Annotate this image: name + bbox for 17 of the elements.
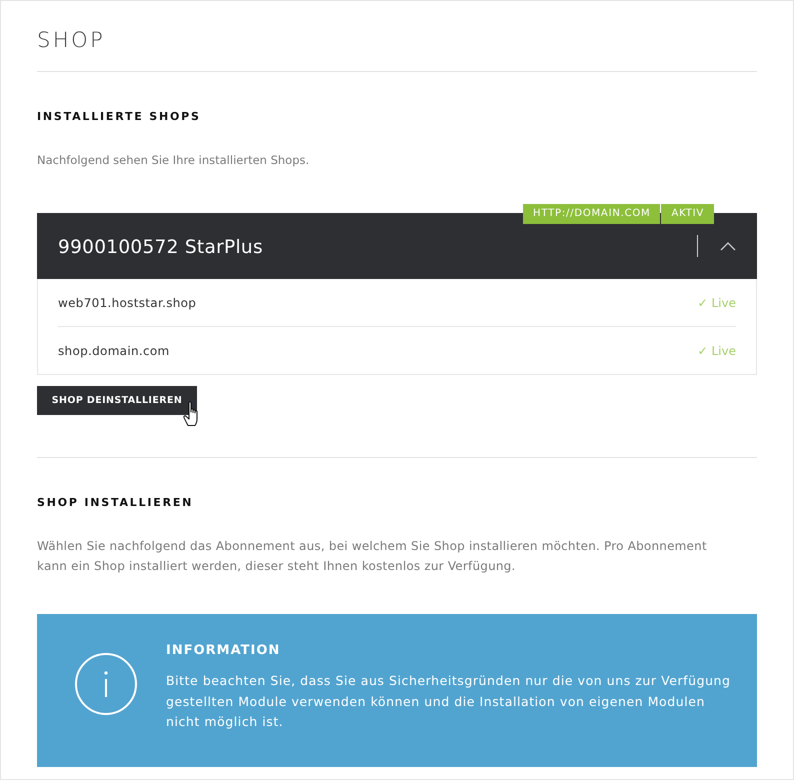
section-heading: SHOP INSTALLIEREN <box>37 496 194 510</box>
info-icon <box>75 653 137 715</box>
shop-title: 9900100572 StarPlus <box>58 236 263 258</box>
section-description: Wählen Sie nachfolgend das Abonnement aus, bei welchem Sie Shop installieren möchten. Pro Abonnement kann ein Shop installiert werden, dieser steht Ihnen kostenlos zur Verfügung. <box>37 538 708 575</box>
domain-name: web701.hoststar.shop <box>58 296 196 310</box>
info-text: Bitte beachten Sie, dass Sie aus Sicherheitsgründen nur die von uns zur Verfügung gestellten Module verwenden können und die Installation von eigenen Modulen nicht möglich ist. <box>166 672 732 731</box>
shop-tag: HTTP://DOMAIN.COM <box>523 204 660 224</box>
domain-status: ✓ Live <box>698 296 736 310</box>
chevron-up-icon[interactable] <box>720 242 736 250</box>
domain-status: ✓ Live <box>698 344 736 358</box>
info-title: INFORMATION <box>166 643 280 659</box>
domain-name: shop.domain.com <box>58 344 170 358</box>
uninstall-button[interactable]: SHOP DEINSTALLIEREN <box>37 386 197 415</box>
page-title: SHOP <box>37 27 106 53</box>
section-description: Nachfolgend sehen Sie Ihre installierten Shops. <box>37 152 310 168</box>
section-heading: INSTALLIERTE SHOPS <box>37 110 201 124</box>
shop-tag: AKTIV <box>661 204 714 224</box>
